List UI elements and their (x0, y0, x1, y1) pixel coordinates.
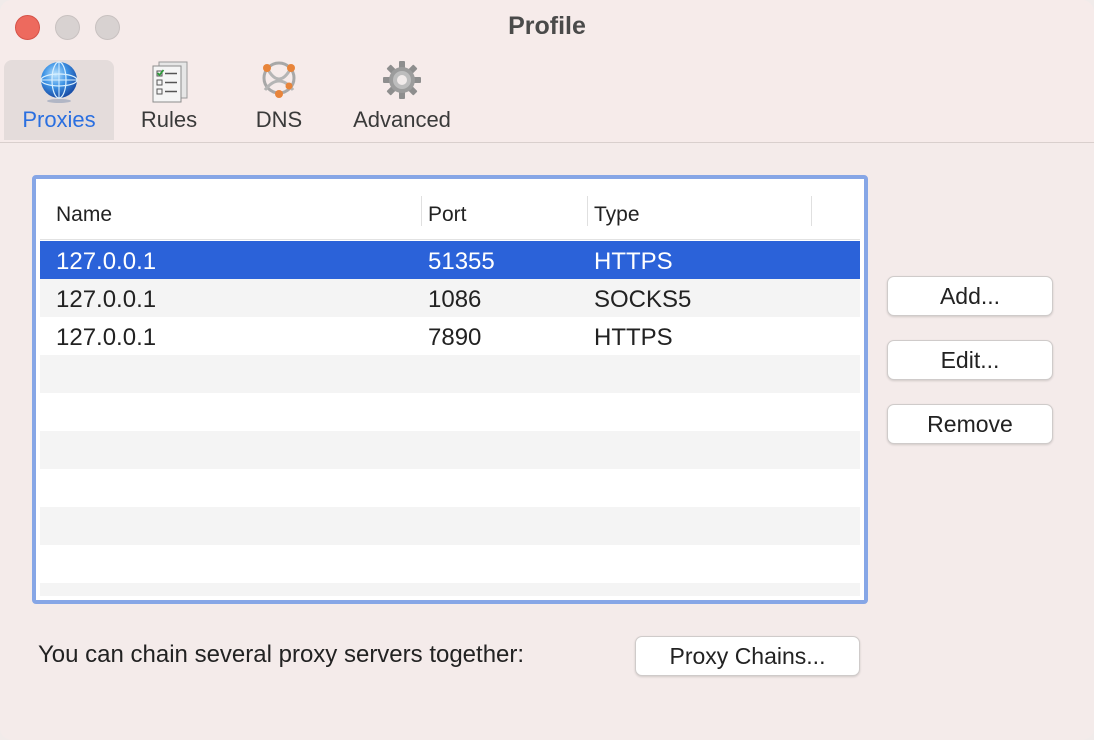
empty-row (40, 507, 860, 545)
column-divider[interactable] (421, 196, 422, 226)
remove-button[interactable]: Remove (887, 404, 1053, 444)
gear-icon (383, 61, 421, 99)
profile-window: Profile Proxies Rules DNS Advanced Name … (0, 0, 1094, 740)
column-header-port[interactable]: Port (428, 203, 467, 227)
tab-dns-label: DNS (255, 107, 303, 132)
window-title: Profile (508, 12, 586, 40)
empty-row (40, 545, 860, 583)
tab-advanced[interactable]: Advanced (344, 60, 460, 140)
titlebar-toolbar: Profile Proxies Rules DNS Advanced (0, 0, 1094, 143)
empty-row (40, 393, 860, 431)
network-icon (262, 61, 296, 98)
proxy-list[interactable]: Name Port Type 127.0.0.1 51355 HTTPS 127… (32, 175, 868, 604)
tab-rules[interactable]: Rules (120, 60, 218, 140)
cell-port: 7890 (428, 324, 482, 351)
empty-row (40, 431, 860, 469)
add-button[interactable]: Add... (887, 276, 1053, 316)
checklist-icon (152, 61, 188, 103)
column-divider[interactable] (587, 196, 588, 226)
proxy-list-content: Name Port Type 127.0.0.1 51355 HTTPS 127… (40, 183, 860, 596)
column-header-type[interactable]: Type (594, 203, 640, 227)
empty-row (40, 583, 860, 596)
cell-port: 1086 (428, 286, 482, 313)
cell-type: SOCKS5 (594, 286, 692, 313)
tab-rules-label: Rules (140, 107, 198, 132)
empty-row (40, 355, 860, 393)
cell-type: HTTPS (594, 324, 673, 351)
cell-port: 51355 (428, 248, 495, 275)
table-row[interactable]: 127.0.0.1 1086 SOCKS5 (40, 279, 860, 317)
table-row[interactable]: 127.0.0.1 51355 HTTPS (40, 241, 860, 279)
tab-proxies[interactable]: Proxies (4, 60, 114, 140)
tab-advanced-label: Advanced (353, 107, 451, 132)
column-header-name[interactable]: Name (56, 203, 112, 227)
empty-row (40, 469, 860, 507)
table-header: Name Port Type (40, 183, 860, 240)
tab-dns[interactable]: DNS (230, 60, 328, 140)
cell-name: 127.0.0.1 (56, 248, 157, 275)
table-row[interactable]: 127.0.0.1 7890 HTTPS (40, 317, 860, 355)
cell-name: 127.0.0.1 (56, 324, 157, 351)
column-divider[interactable] (811, 196, 812, 226)
proxy-chain-hint: You can chain several proxy servers toge… (38, 641, 525, 668)
tab-proxies-label: Proxies (22, 107, 96, 132)
globe-icon (40, 61, 78, 103)
cell-name: 127.0.0.1 (56, 286, 157, 313)
edit-button[interactable]: Edit... (887, 340, 1053, 380)
cell-type: HTTPS (594, 248, 673, 275)
proxy-chains-button[interactable]: Proxy Chains... (635, 636, 860, 676)
